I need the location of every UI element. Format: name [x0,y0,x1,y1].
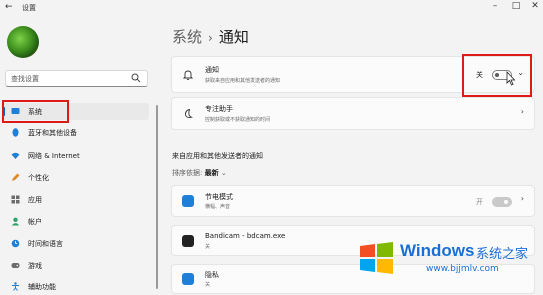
watermark-brand: Windows [400,241,475,260]
back-arrow-icon[interactable]: ← [5,2,13,12]
page-title: 通知 [218,28,249,46]
search-placeholder: 查找设置 [11,75,39,83]
watermark: Windows 系统之家 www.bjjmlv.com [356,232,536,284]
sidebar-item-gaming[interactable]: 游戏 [3,257,149,274]
sidebar-item-accessibility[interactable]: 辅助功能 [3,278,149,295]
apps-icon [11,195,20,204]
windows-logo-icon [360,242,393,274]
chevron-right-icon: › [520,107,524,116]
maximize-button[interactable]: □ [508,0,524,14]
time-language-icon [11,239,20,248]
sidebar-item-label: 时间和语言 [28,240,63,248]
watermark-url: www.bjjmlv.com [426,264,499,274]
app-detail: 关 [205,244,211,250]
sidebar-item-label: 个性化 [28,174,49,182]
sidebar-item-label: 应用 [28,196,42,204]
sidebar-item-label: 蓝牙和其他设备 [28,129,77,137]
app-name: 节电模式 [205,193,233,201]
sidebar-item-label: 辅助功能 [28,283,56,291]
sidebar-item-label: 帐户 [28,218,42,226]
accessibility-icon [12,282,19,291]
focus-assist-subtitle: 控制获取或不获取通知的时间 [205,117,271,123]
sidebar-item-accounts[interactable]: 帐户 [3,213,149,230]
sidebar-scrollbar[interactable] [156,105,158,289]
focus-assist-card[interactable]: 专注助手 控制获取或不获取通知的时间 › [171,97,535,130]
sidebar-item-time-language[interactable]: 时间和语言 [3,235,149,252]
battery-saver-toggle[interactable] [492,197,512,207]
app-detail: 关 [205,282,211,288]
sidebar: 查找设置 系统 蓝牙和其他设备 网络 & Internet 个性化 应用 帐户 … [0,16,158,291]
breadcrumb-separator-icon: › [208,31,213,45]
sidebar-item-personalization[interactable]: 个性化 [3,169,149,186]
sort-label: 排序依据: [172,169,203,177]
notifications-title: 通知 [205,66,219,74]
bluetooth-icon [12,128,19,137]
window-title: 设置 [22,4,36,12]
sidebar-item-label: 游戏 [28,262,42,270]
sidebar-item-bluetooth[interactable]: 蓝牙和其他设备 [3,124,149,141]
notifications-subtitle: 获取来自应用和其他发送者的通知 [205,78,281,84]
bandicam-icon [182,235,194,247]
personalization-icon [12,173,20,181]
app-name: 隐私 [205,271,219,279]
search-input[interactable]: 查找设置 [5,70,148,87]
bell-icon [182,70,194,81]
sidebar-item-label: 网络 & Internet [28,152,80,160]
breadcrumb: 系统 › 通知 [172,26,249,47]
highlight-box-system [2,100,69,123]
chevron-right-icon: › [520,194,524,203]
network-icon [11,152,20,159]
chevron-down-icon: ⌄ [220,169,227,177]
gaming-icon [11,263,20,268]
app-toggle-state: 开 [476,198,483,206]
search-icon [131,73,141,83]
avatar[interactable] [7,26,39,58]
focus-assist-title: 专注助手 [205,105,233,113]
section-heading: 来自应用和其他发送者的通知 [172,152,263,160]
battery-saver-icon [182,195,194,207]
minimize-button[interactable]: – [487,0,503,14]
breadcrumb-parent[interactable]: 系统 [172,28,202,46]
app-name: Bandicam - bdcam.exe [205,232,286,240]
sidebar-item-apps[interactable]: 应用 [3,191,149,208]
app-detail: 横幅、声音 [205,204,231,210]
close-button[interactable]: ✕ [527,0,543,14]
app-row-battery-saver[interactable]: 节电模式 横幅、声音 开 › [171,185,535,217]
moon-icon [185,108,194,118]
privacy-icon [182,273,194,285]
accounts-icon [11,217,20,226]
sort-dropdown[interactable]: 排序依据: 最新 ⌄ [172,168,227,178]
sort-value: 最新 [204,169,219,177]
sidebar-item-network[interactable]: 网络 & Internet [3,147,149,164]
title-bar: ← 设置 – □ ✕ [0,0,543,16]
highlight-box-notifications-toggle [462,54,532,97]
toggle-knob [504,200,508,204]
watermark-suffix: 系统之家 [476,247,529,262]
